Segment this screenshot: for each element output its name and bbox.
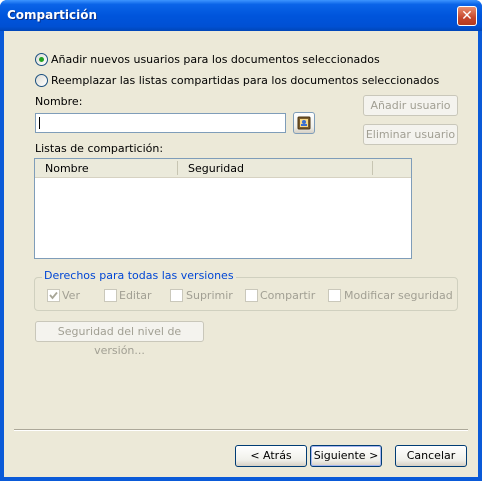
replace-lists-radio[interactable] bbox=[35, 74, 48, 87]
window-title: Compartición bbox=[7, 8, 98, 22]
back-button[interactable]: < Atrás bbox=[235, 445, 307, 467]
version-security-button[interactable]: Seguridad del nivel de versión... bbox=[35, 321, 204, 357]
separator-line bbox=[14, 429, 468, 431]
add-user-button[interactable]: Añadir usuario bbox=[363, 95, 458, 116]
text-caret bbox=[39, 117, 40, 129]
delete-checkbox-label: Suprimir bbox=[186, 289, 233, 302]
close-button[interactable]: ✕ bbox=[457, 6, 477, 26]
modify-security-checkbox-label: Modificar seguridad bbox=[344, 289, 453, 302]
dialog-window: Compartición ✕ Añadir nuevos usuarios pa… bbox=[0, 0, 482, 481]
share-checkbox[interactable] bbox=[245, 289, 258, 302]
dialog-body: Añadir nuevos usuarios para los document… bbox=[4, 31, 478, 477]
add-users-radio[interactable] bbox=[35, 53, 48, 66]
checkmark-icon bbox=[49, 291, 58, 300]
name-label: Nombre: bbox=[35, 95, 83, 108]
next-button[interactable]: Siguiente > bbox=[310, 445, 382, 467]
close-icon: ✕ bbox=[461, 8, 473, 24]
replace-lists-label[interactable]: Reemplazar las listas compartidas para l… bbox=[51, 74, 439, 87]
column-header-nombre[interactable]: Nombre bbox=[45, 162, 89, 175]
remove-user-button[interactable]: Eliminar usuario bbox=[363, 124, 458, 145]
column-divider[interactable] bbox=[177, 161, 178, 175]
edit-checkbox-label: Editar bbox=[119, 289, 152, 302]
share-checkbox-label: Compartir bbox=[260, 289, 316, 302]
title-bar[interactable]: Compartición ✕ bbox=[0, 0, 482, 31]
list-header: Nombre Seguridad bbox=[35, 159, 411, 178]
name-input[interactable] bbox=[35, 113, 286, 133]
edit-checkbox[interactable] bbox=[104, 289, 117, 302]
rights-legend: Derechos para todas las versiones bbox=[42, 269, 236, 282]
radio-selected-dot bbox=[39, 57, 44, 62]
sharing-lists-label: Listas de compartición: bbox=[35, 142, 164, 155]
view-checkbox-label: Ver bbox=[62, 289, 80, 302]
view-checkbox[interactable] bbox=[47, 289, 60, 302]
add-users-label[interactable]: Añadir nuevos usuarios para los document… bbox=[51, 53, 380, 66]
modify-security-checkbox[interactable] bbox=[328, 289, 341, 302]
column-divider[interactable] bbox=[372, 161, 373, 175]
address-book-icon bbox=[297, 116, 311, 130]
address-book-button[interactable] bbox=[293, 112, 315, 134]
cancel-button[interactable]: Cancelar bbox=[395, 445, 467, 467]
sharing-list-view[interactable]: Nombre Seguridad bbox=[34, 158, 412, 259]
column-header-seguridad[interactable]: Seguridad bbox=[188, 162, 244, 175]
delete-checkbox[interactable] bbox=[170, 289, 183, 302]
